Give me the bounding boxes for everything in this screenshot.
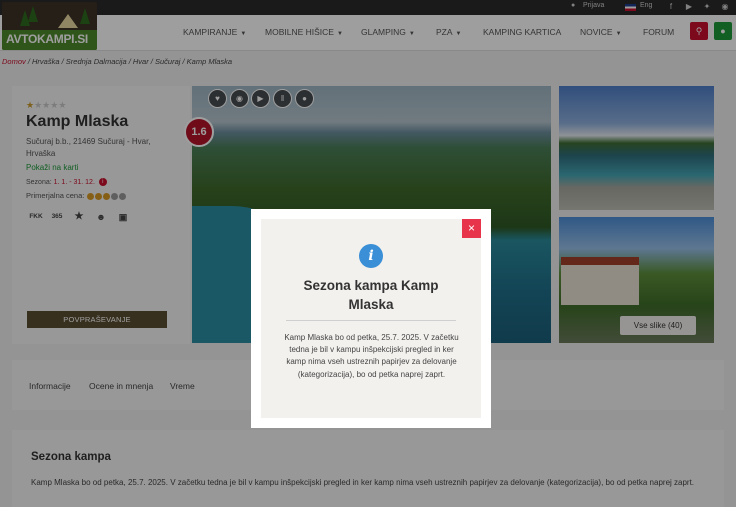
close-icon[interactable]: ×	[462, 219, 481, 238]
modal-title: Sezona kampa Kamp Mlaska	[303, 278, 439, 312]
modal-text: Kamp Mlaska bo od petka, 25.7. 2025. V z…	[284, 333, 459, 379]
modal-divider	[286, 320, 456, 321]
info-icon: i	[359, 244, 383, 268]
